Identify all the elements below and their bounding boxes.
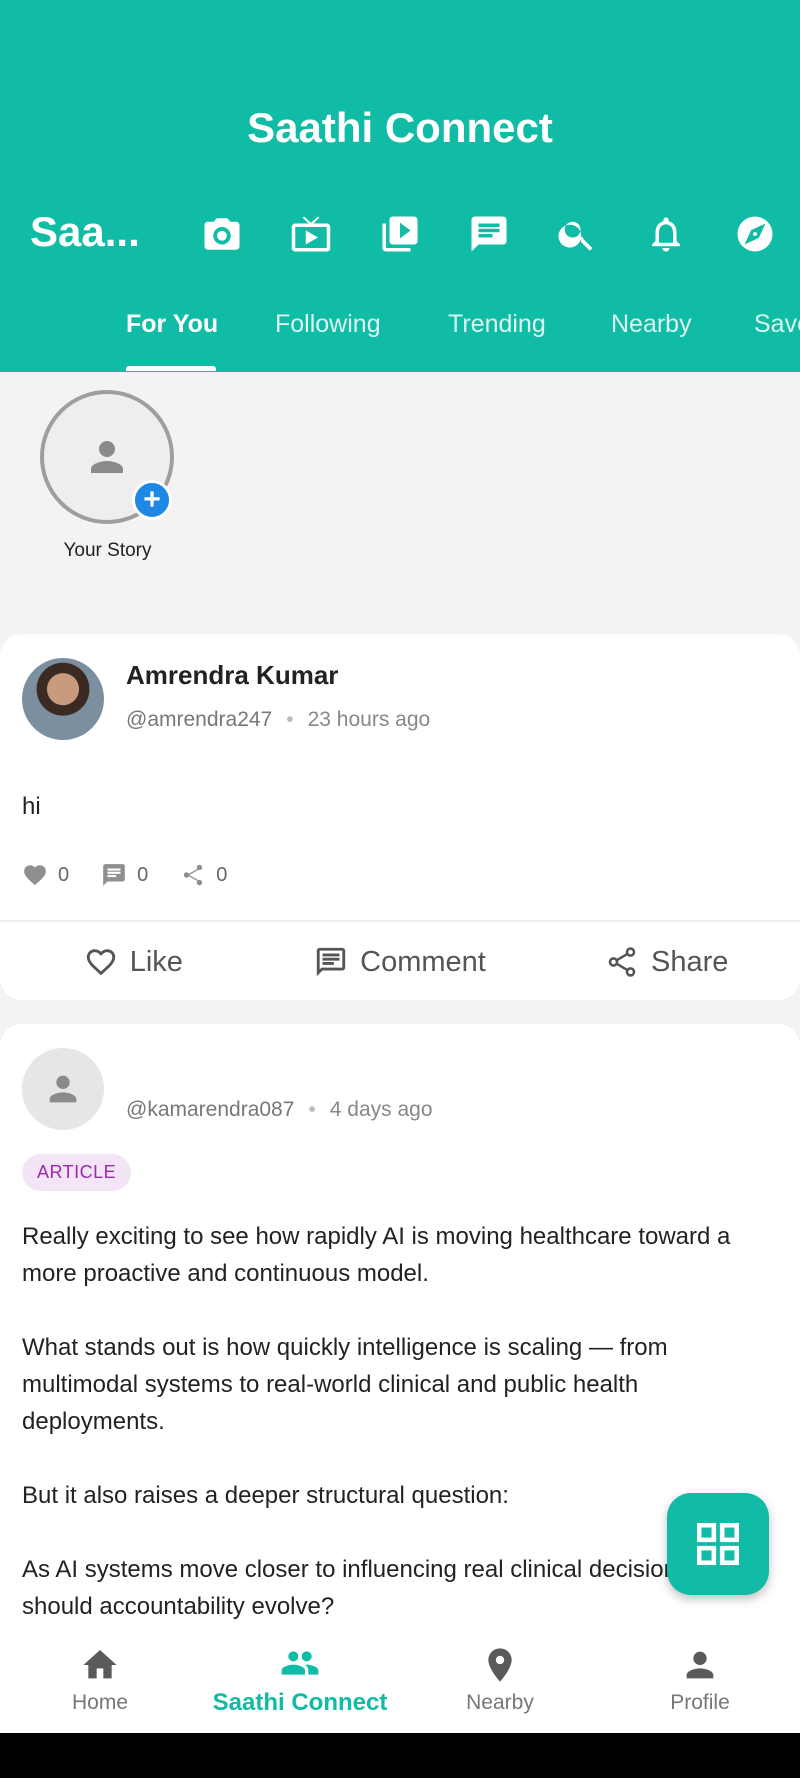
- tv-icon[interactable]: [287, 210, 335, 258]
- comment-button[interactable]: Comment: [267, 924, 534, 1000]
- home-icon: [83, 1649, 117, 1678]
- app-screen: Saathi Connect Saa... For You Following …: [0, 0, 800, 1733]
- post-paragraph: Really exciting to see how rapidly AI is…: [22, 1223, 731, 1287]
- tab-for-you[interactable]: For You: [126, 310, 218, 339]
- bell-icon[interactable]: [642, 210, 690, 258]
- app-header: Saathi Connect Saa... For You Following …: [0, 0, 800, 372]
- post-meta: @kamarendra087 • 4 days ago: [126, 1098, 433, 1121]
- post-author[interactable]: Amrendra Kumar: [126, 660, 338, 691]
- post-handle[interactable]: @amrendra247: [126, 708, 272, 731]
- people-icon: [281, 1650, 319, 1675]
- search-icon[interactable]: [553, 210, 601, 258]
- story-label: Your Story: [63, 540, 152, 561]
- divider: [0, 920, 800, 922]
- bottom-nav: Home Saathi Connect Nearby Profile: [0, 1626, 800, 1733]
- share-button[interactable]: Share: [533, 924, 800, 1000]
- active-tab-indicator: [126, 366, 216, 371]
- share-outline-icon: [608, 947, 636, 977]
- comment-icon: [103, 864, 125, 886]
- app-title: Saathi Connect: [247, 104, 553, 151]
- comments-count: 0: [101, 862, 148, 888]
- article-badge: ARTICLE: [22, 1154, 132, 1191]
- post-time: 4 days ago: [329, 1098, 433, 1121]
- post-meta: @amrendra247 • 23 hours ago: [126, 708, 431, 731]
- person-icon: [91, 441, 123, 473]
- person-icon: [49, 1075, 77, 1103]
- nav-nearby[interactable]: Nearby: [400, 1626, 600, 1733]
- like-button[interactable]: Like: [0, 924, 267, 1000]
- tab-nearby[interactable]: Nearby: [611, 310, 692, 339]
- post-stats: 0 0 0: [22, 862, 259, 888]
- tab-trending[interactable]: Trending: [448, 310, 546, 339]
- grid-icon: [696, 1522, 740, 1566]
- nav-saathi-connect[interactable]: Saathi Connect: [200, 1626, 400, 1733]
- nav-profile[interactable]: Profile: [600, 1626, 800, 1733]
- avatar[interactable]: [22, 1048, 104, 1130]
- post-paragraph: What stands out is how quickly intellige…: [22, 1334, 668, 1435]
- nav-home[interactable]: Home: [0, 1626, 200, 1733]
- heart-icon: [24, 865, 46, 886]
- brand-label: Saa...: [30, 208, 140, 255]
- post-card: Amrendra Kumar @amrendra247 • 23 hours ago…: [0, 634, 800, 1000]
- tab-following[interactable]: Following: [275, 310, 381, 339]
- compass-icon[interactable]: [731, 210, 779, 258]
- person-icon: [686, 1651, 714, 1678]
- post-handle[interactable]: @kamarendra087: [126, 1098, 294, 1121]
- post-time: 23 hours ago: [307, 708, 431, 731]
- share-icon: [184, 864, 203, 886]
- chat-icon[interactable]: [465, 210, 513, 258]
- your-story[interactable]: + Your Story: [40, 390, 175, 561]
- avatar[interactable]: [22, 658, 104, 740]
- comment-outline-icon: [316, 947, 346, 977]
- shares-count: 0: [180, 862, 227, 888]
- heart-outline-icon: [86, 949, 115, 976]
- add-story-icon[interactable]: +: [132, 480, 172, 520]
- video-library-icon[interactable]: [376, 210, 424, 258]
- post-text: hi: [22, 793, 41, 820]
- camera-icon[interactable]: [198, 210, 246, 258]
- feed-tabs: For You Following Trending Nearby Save: [0, 310, 800, 350]
- tab-save[interactable]: Save: [754, 310, 800, 339]
- post-actions: Like Comment Share: [0, 924, 800, 1000]
- likes-count: 0: [22, 862, 69, 888]
- location-pin-icon: [488, 1647, 512, 1682]
- apps-fab-button[interactable]: [667, 1493, 769, 1595]
